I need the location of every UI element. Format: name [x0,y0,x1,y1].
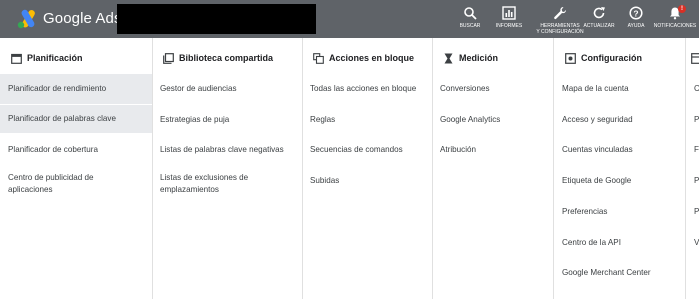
menu-column-acciones-bloque: Acciones en bloque Todas las acciones en… [302,38,433,299]
brand-name: Google Ads [43,10,122,27]
menu-item-planificador-palabras-clave[interactable]: Planificador de palabras clave [0,105,152,133]
menu-item-planificador-rendimiento[interactable]: Planificador de rendimiento [0,74,152,104]
menu-item-secuencias-comandos[interactable]: Secuencias de comandos [302,144,432,156]
wrench-icon [532,6,588,22]
menu-item-acceso-seguridad[interactable]: Acceso y seguridad [554,114,685,126]
column-title: Planificación [27,53,83,63]
menu-item-gestor-audiencias[interactable]: Gestor de audiencias [152,83,302,95]
menu-column-planificacion: Planificación Planificador de rendimient… [0,38,153,299]
menu-item-todas-acciones-bloque[interactable]: Todas las acciones en bloque [302,83,432,95]
column-header [686,50,699,66]
reports-button[interactable]: INFORMES [492,6,526,38]
tools-settings-button[interactable]: HERRAMIENTAS Y CONFIGURACIÓN [532,6,588,38]
help-label: AYUDA [627,23,645,29]
menu-item-planificador-cobertura[interactable]: Planificador de cobertura [0,144,152,156]
menu-item-listas-exclusiones-emplazamientos[interactable]: Listas de exclusiones de emplazamientos [152,172,282,195]
menu-item-partial[interactable]: P [686,175,699,187]
calendar-icon [8,50,24,66]
reports-icon [492,6,526,22]
tools-settings-label: HERRAMIENTAS Y CONFIGURACIÓN [536,23,584,35]
menu-item-partial[interactable]: V [686,237,699,249]
svg-text:?: ? [633,8,638,18]
billing-icon [688,50,699,66]
google-ads-logo[interactable] [17,9,39,29]
account-info-redacted [117,4,316,34]
menu-item-google-analytics[interactable]: Google Analytics [432,114,553,126]
column-header: Planificación [0,50,83,66]
menu-item-google-merchant-center[interactable]: Google Merchant Center [554,267,685,279]
menu-item-atribucion[interactable]: Atribución [432,144,553,156]
top-bar: Google Ads BUSCAR INFORMES HERRAMIENTAS … [0,0,699,38]
menu-item-conversiones[interactable]: Conversiones [432,83,553,95]
menu-item-subidas[interactable]: Subidas [302,175,432,187]
search-icon [452,6,488,22]
notifications-label: NOTIFICACIONES [653,23,697,29]
help-button[interactable]: ? AYUDA [622,6,650,38]
column-title: Medición [459,53,499,63]
column-header: Medición [432,50,498,66]
library-icon [160,50,176,66]
menu-column-configuracion: Configuración Mapa de la cuenta Acceso y… [554,38,686,299]
menu-item-reglas[interactable]: Reglas [302,114,432,126]
bell-icon [652,6,698,22]
notifications-button[interactable]: ! NOTIFICACIONES [652,5,698,38]
column-title: Biblioteca compartida [179,53,274,63]
menu-column-facturacion: C P F P P V [686,38,699,299]
refresh-label: ACTUALIZAR [583,23,615,29]
column-title: Configuración [581,53,642,63]
menu-item-partial[interactable]: C [686,83,699,95]
menu-item-centro-publicidad-aplicaciones[interactable]: Centro de publicidad de aplicaciones [0,172,140,195]
refresh-icon [582,6,616,22]
column-header: Biblioteca compartida [152,50,273,66]
menu-item-estrategias-puja[interactable]: Estrategias de puja [152,114,302,126]
settings-icon [562,50,578,66]
menu-item-partial[interactable]: P [686,114,699,126]
reports-label: INFORMES [495,23,523,29]
menu-item-partial[interactable]: F [686,144,699,156]
column-header: Configuración [554,50,642,66]
menu-item-listas-palabras-negativas[interactable]: Listas de palabras clave negativas [152,144,302,156]
notification-badge: ! [678,5,686,13]
column-title: Acciones en bloque [329,53,415,63]
search-label: BUSCAR [459,23,481,29]
menu-column-biblioteca-compartida: Biblioteca compartida Gestor de audienci… [152,38,303,299]
menu-item-preferencias[interactable]: Preferencias [554,206,685,218]
column-header: Acciones en bloque [302,50,414,66]
help-icon: ? [622,6,650,22]
menu-item-partial[interactable]: P [686,206,699,218]
menu-item-cuentas-vinculadas[interactable]: Cuentas vinculadas [554,144,685,156]
menu-item-mapa-cuenta[interactable]: Mapa de la cuenta [554,83,685,95]
bulk-actions-icon [310,50,326,66]
menu-column-medicion: Medición Conversiones Google Analytics A… [432,38,554,299]
menu-item-centro-api[interactable]: Centro de la API [554,237,685,249]
menu-item-etiqueta-google[interactable]: Etiqueta de Google [554,175,685,187]
refresh-button[interactable]: ACTUALIZAR [582,6,616,38]
search-button[interactable]: BUSCAR [452,6,488,38]
hourglass-icon [440,50,456,66]
